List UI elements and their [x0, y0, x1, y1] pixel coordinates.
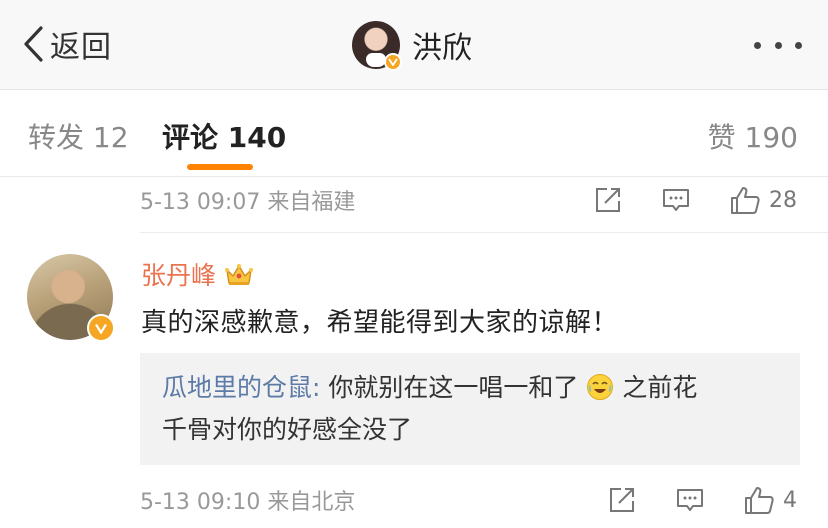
comment-text: 真的深感歉意，希望能得到大家的谅解！ — [141, 308, 619, 338]
dot-icon — [795, 41, 802, 49]
back-button[interactable]: 返回 — [22, 22, 112, 66]
profile-header[interactable]: 洪欣 — [352, 19, 472, 71]
reply-line: 瓜地里的仓鼠: 你就别在这一唱一和了 之前花 — [162, 367, 778, 409]
laugh-cry-emoji-icon — [587, 374, 614, 400]
like-count: 28 — [769, 187, 797, 213]
comment-timestamp-source: 5-13 09:07 来自福建 — [140, 190, 356, 215]
like-button[interactable]: 4 — [743, 485, 797, 515]
reply-text-continued: 之前花 — [622, 373, 698, 402]
commenter-avatar[interactable] — [27, 254, 115, 342]
active-tab-indicator — [187, 164, 253, 170]
share-icon[interactable] — [607, 485, 637, 515]
reply-preview[interactable]: 瓜地里的仓鼠: 你就别在这一唱一和了 之前花 千骨对你的好感全没了 — [140, 353, 800, 465]
comment-reply-icon[interactable] — [661, 185, 691, 215]
comment-divider — [140, 232, 828, 233]
tab-bar: 转发 12 评论 140 赞 190 — [0, 90, 828, 177]
commenter-link[interactable]: 张丹峰 — [141, 256, 254, 292]
dot-icon — [774, 41, 782, 49]
top-nav-bar: 返回 洪欣 — [0, 0, 828, 90]
chevron-left-icon — [24, 26, 43, 62]
thumbs-up-icon — [745, 487, 774, 514]
like-button[interactable]: 28 — [729, 185, 797, 215]
share-icon[interactable] — [593, 185, 623, 215]
tab-comment[interactable]: 评论 140 — [162, 116, 286, 156]
page-title: 洪欣 — [412, 31, 472, 66]
crown-icon — [225, 264, 254, 285]
avatar-shirt — [366, 53, 386, 67]
comment-timestamp-source: 5-13 09:10 来自北京 — [140, 490, 356, 515]
avatar[interactable] — [352, 21, 402, 71]
more-options-button[interactable] — [754, 30, 802, 60]
back-label: 返回 — [50, 30, 112, 65]
comment-reply-icon[interactable] — [675, 485, 705, 515]
tab-like[interactable]: 赞 190 — [708, 116, 798, 156]
like-count: 4 — [783, 487, 797, 513]
reply-line-2: 千骨对你的好感全没了 — [162, 415, 413, 444]
dot-icon — [754, 41, 761, 49]
comment-actions: 4 — [607, 480, 797, 520]
verified-badge-icon — [384, 53, 402, 71]
thumbs-up-icon — [731, 187, 760, 214]
commenter-name: 张丹峰 — [141, 261, 217, 290]
reply-username[interactable]: 瓜地里的仓鼠: — [162, 373, 320, 402]
verified-badge-icon — [87, 314, 115, 342]
tab-repost[interactable]: 转发 12 — [28, 116, 129, 156]
reply-text: 你就别在这一唱一和了 — [320, 373, 579, 402]
comment-actions: 28 — [593, 180, 797, 220]
